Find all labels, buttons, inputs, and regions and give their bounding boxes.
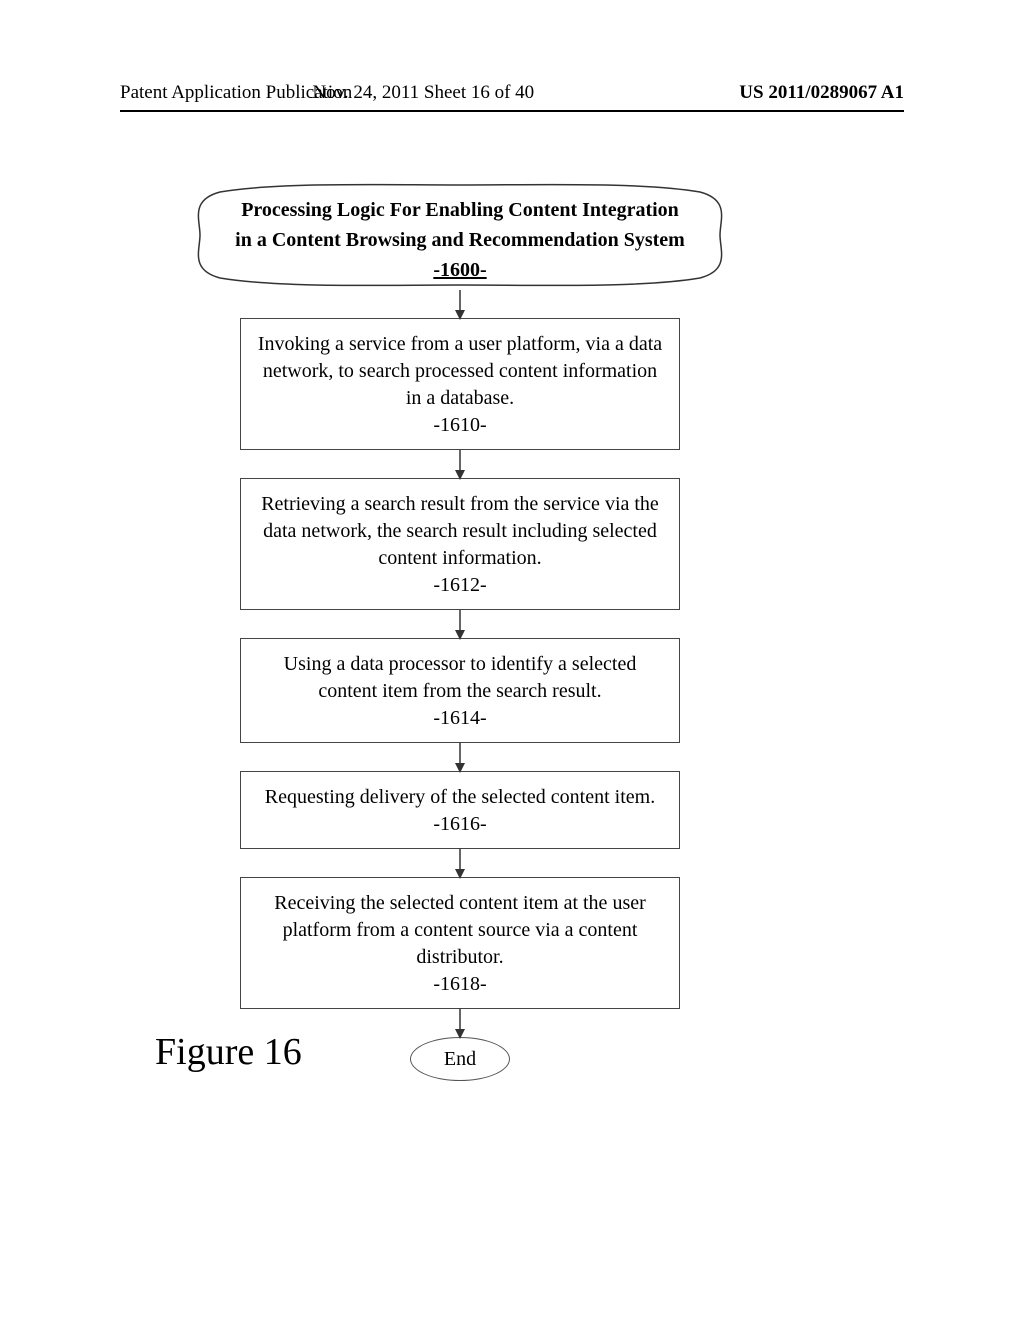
flowchart-step: Retrieving a search result from the serv… — [240, 478, 680, 610]
flowchart-title-number: -1600- — [180, 255, 740, 285]
header-publication-number: US 2011/0289067 A1 — [739, 82, 904, 104]
step-number: -1614- — [255, 705, 665, 732]
step-text: Using a data processor to identify a sel… — [284, 653, 637, 702]
flowchart-title-line2: in a Content Browsing and Recommendation… — [180, 225, 740, 255]
arrow-icon — [240, 1009, 680, 1037]
arrow-icon — [240, 610, 680, 638]
flowchart-step: Invoking a service from a user platform,… — [240, 318, 680, 450]
arrow-icon — [240, 290, 680, 318]
step-text: Invoking a service from a user platform,… — [258, 333, 662, 409]
step-number: -1610- — [255, 412, 665, 439]
step-text: Requesting delivery of the selected cont… — [265, 786, 655, 808]
arrow-icon — [240, 849, 680, 877]
flowchart: Processing Logic For Enabling Content In… — [180, 180, 740, 1081]
figure-label: Figure 16 — [155, 1030, 302, 1074]
step-text: Receiving the selected content item at t… — [274, 892, 646, 968]
flowchart-step: Using a data processor to identify a sel… — [240, 638, 680, 743]
flowchart-title-bubble: Processing Logic For Enabling Content In… — [180, 180, 740, 290]
header-date-sheet: Nov. 24, 2011 Sheet 16 of 40 — [312, 82, 534, 104]
step-number: -1616- — [255, 811, 665, 838]
flowchart-steps: Invoking a service from a user platform,… — [180, 290, 740, 1081]
header-divider — [120, 110, 904, 112]
arrow-icon — [240, 743, 680, 771]
flowchart-title-line1: Processing Logic For Enabling Content In… — [180, 195, 740, 225]
step-number: -1612- — [255, 572, 665, 599]
arrow-icon — [240, 450, 680, 478]
page-header: Patent Application Publication Nov. 24, … — [0, 82, 1024, 104]
step-number: -1618- — [255, 971, 665, 998]
step-text: Retrieving a search result from the serv… — [261, 493, 659, 569]
flowchart-step: Requesting delivery of the selected cont… — [240, 771, 680, 849]
flowchart-end: End — [410, 1037, 510, 1081]
flowchart-step: Receiving the selected content item at t… — [240, 877, 680, 1009]
end-label: End — [444, 1048, 476, 1071]
